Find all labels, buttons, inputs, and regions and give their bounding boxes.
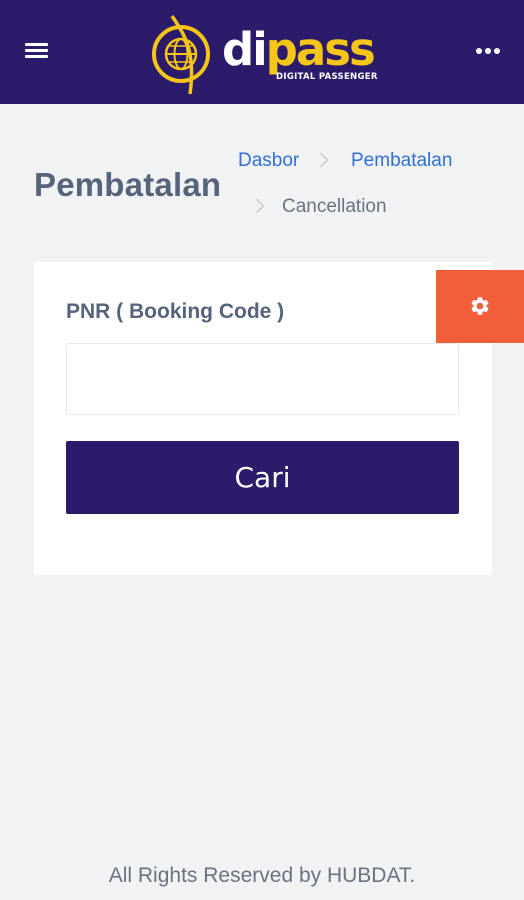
top-navbar: dipass DIGITAL PASSENGER bbox=[0, 0, 524, 104]
settings-button[interactable] bbox=[436, 270, 524, 343]
pnr-field-label: PNR ( Booking Code ) bbox=[66, 300, 285, 323]
brand-secondary-text: pass bbox=[265, 23, 376, 76]
more-horizontal-icon[interactable] bbox=[476, 47, 502, 55]
breadcrumb-chevron-icon bbox=[249, 198, 265, 214]
breadcrumb-dasbor-link[interactable]: Dasbor bbox=[238, 150, 299, 172]
gear-icon bbox=[471, 297, 489, 315]
breadcrumb-chevron-icon bbox=[313, 152, 329, 168]
brand-primary-text: di bbox=[222, 23, 268, 76]
breadcrumb-current: Cancellation bbox=[282, 196, 387, 217]
breadcrumb-pembatalan-link[interactable]: Pembatalan bbox=[351, 150, 452, 172]
brand-wordmark: dipass bbox=[222, 23, 376, 76]
footer-copyright: All Rights Reserved by HUBDAT. bbox=[108, 864, 416, 887]
search-button[interactable]: Cari bbox=[66, 441, 459, 514]
page-title: Pembatalan bbox=[34, 166, 222, 203]
hamburger-menu-icon[interactable] bbox=[25, 41, 48, 61]
cancellation-form-card: PNR ( Booking Code ) Cari bbox=[34, 262, 492, 575]
pnr-input[interactable] bbox=[66, 343, 459, 415]
dipass-logo[interactable]: dipass DIGITAL PASSENGER bbox=[150, 10, 378, 100]
globe-emblem-icon bbox=[152, 15, 210, 95]
brand-tagline: DIGITAL PASSENGER bbox=[276, 72, 378, 82]
